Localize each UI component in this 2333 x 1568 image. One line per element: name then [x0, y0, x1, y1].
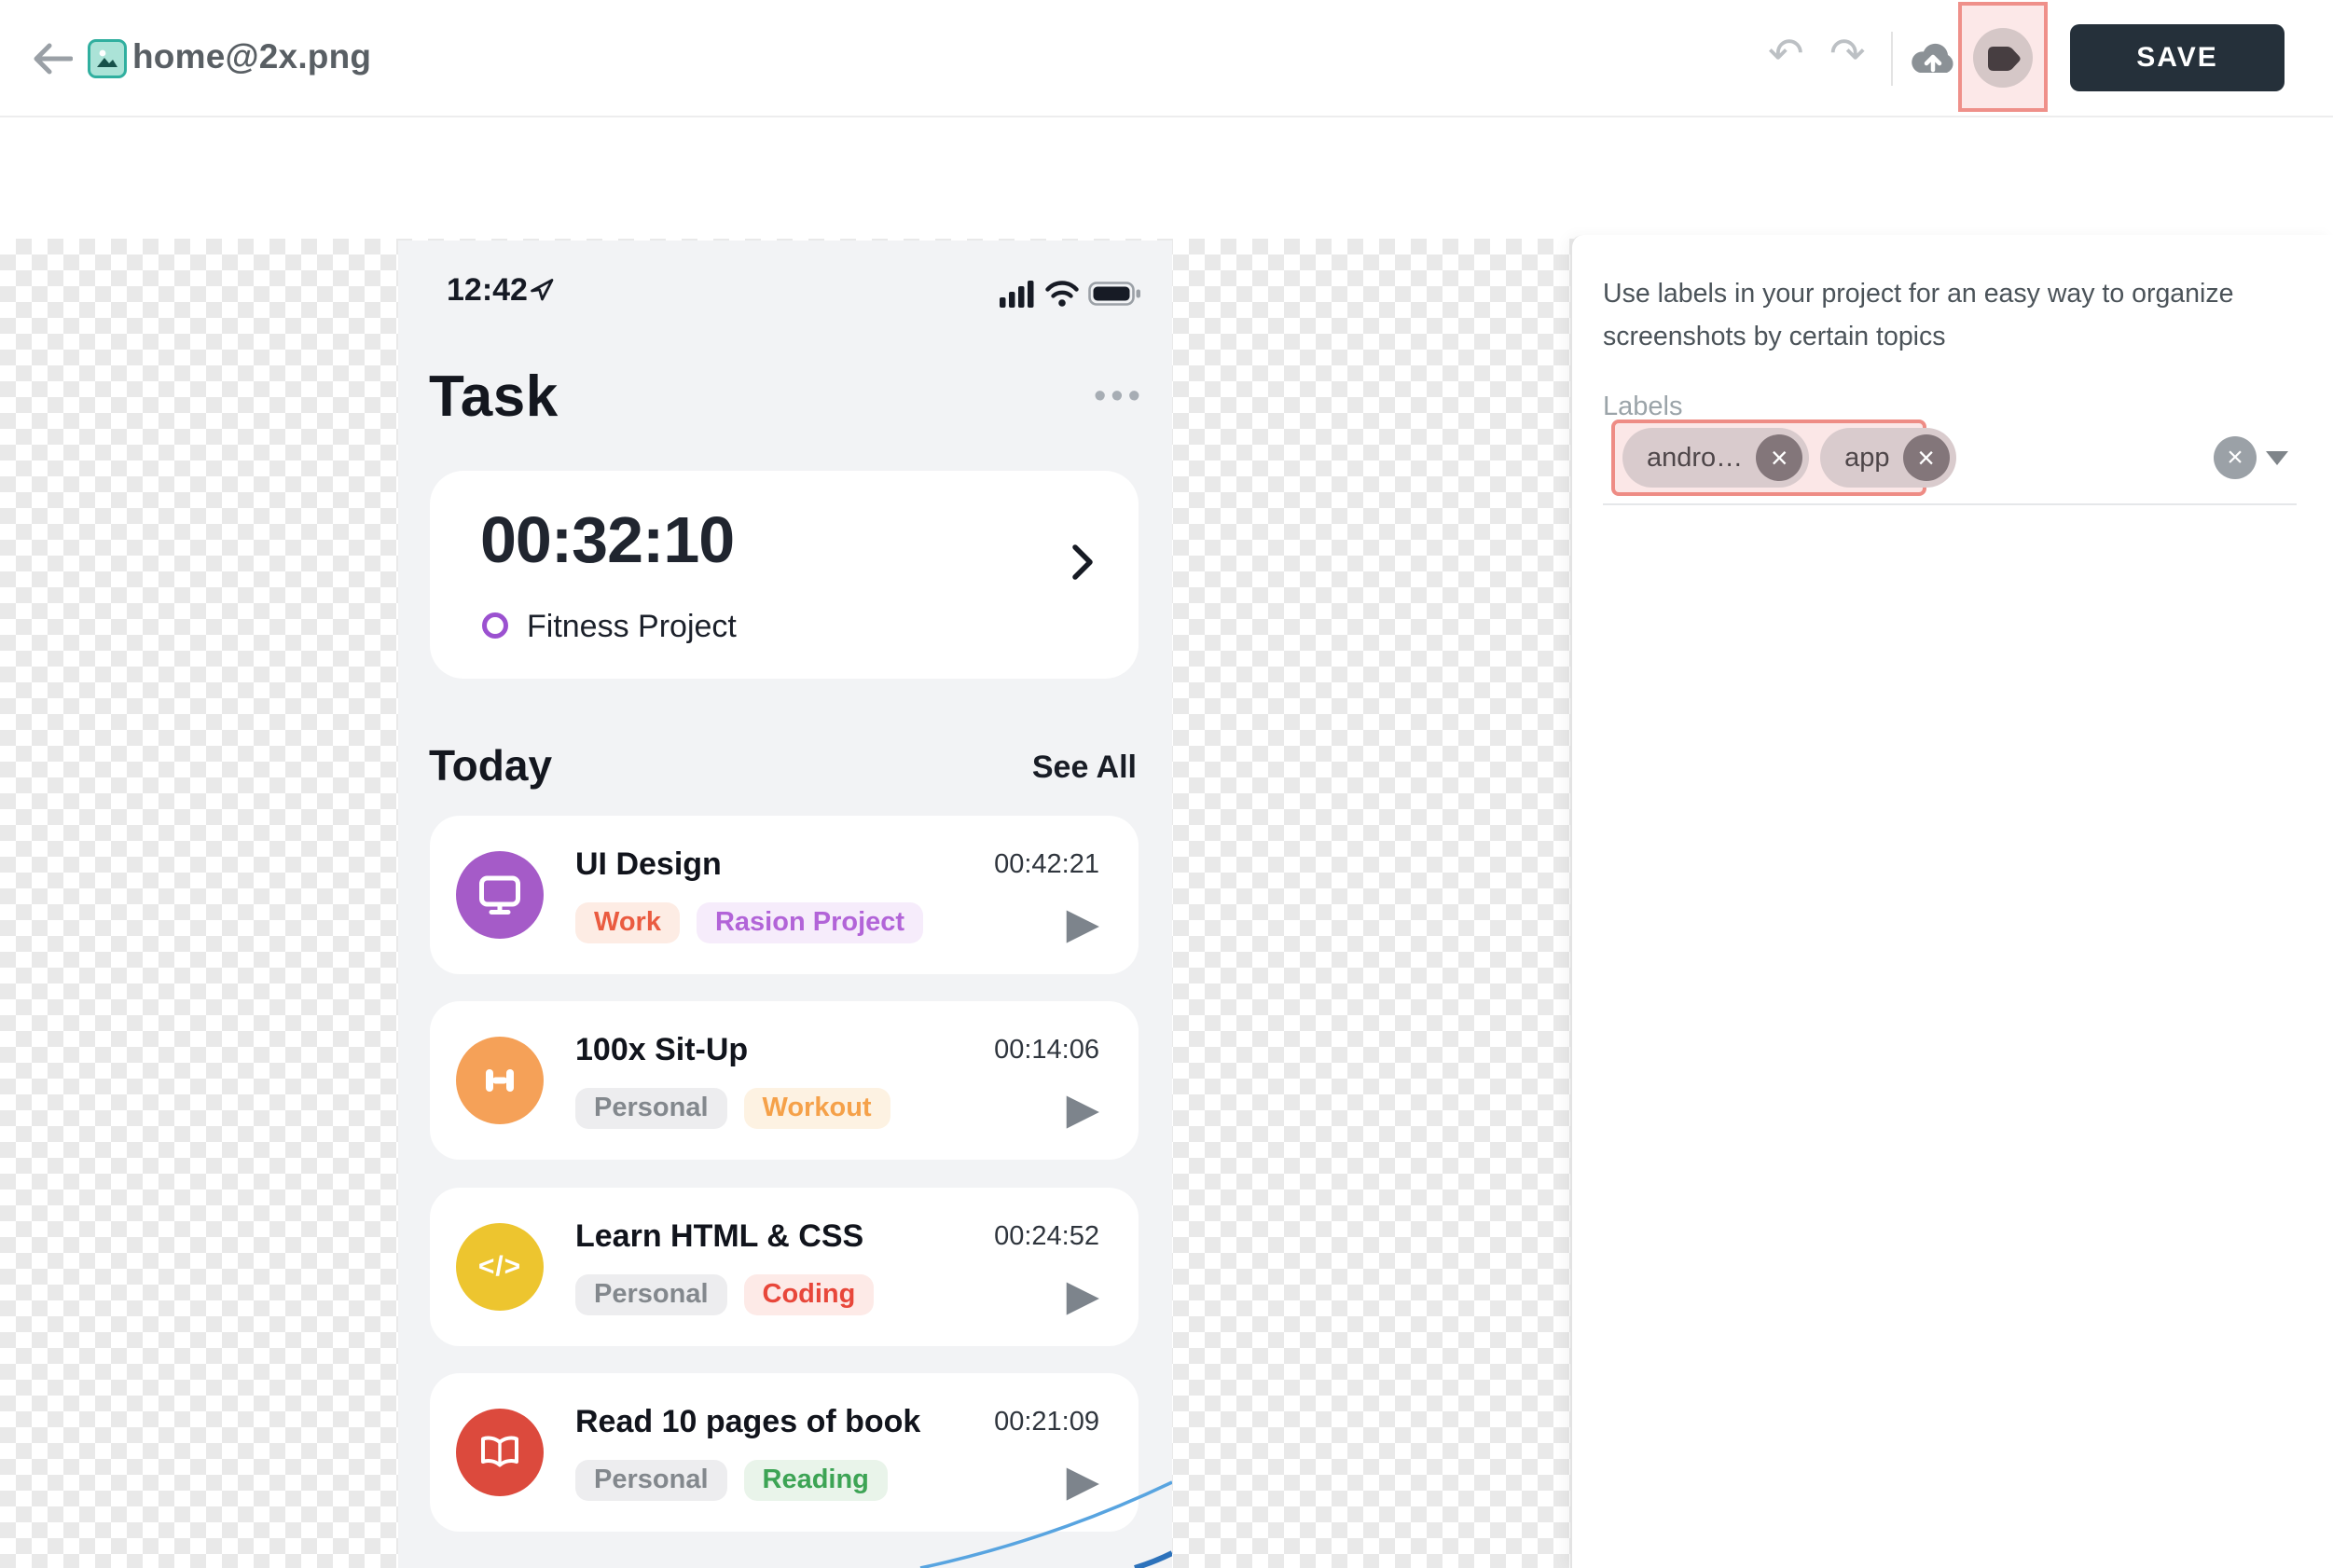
- more-menu-icon[interactable]: •••: [1094, 377, 1145, 417]
- task-card[interactable]: </> Learn HTML & CSS 00:24:52 Personal C…: [430, 1188, 1139, 1346]
- labels-input-underline: [1603, 503, 2297, 505]
- labels-panel: Use labels in your project for an easy w…: [1570, 235, 2333, 1568]
- task-name: Learn HTML & CSS: [575, 1218, 863, 1255]
- redo-icon[interactable]: ↷: [1829, 32, 1866, 75]
- dumbbell-icon: [456, 1037, 544, 1124]
- play-icon[interactable]: ▶: [1067, 1087, 1099, 1130]
- image-file-icon: [88, 39, 127, 78]
- active-timer-card[interactable]: 00:32:10 Fitness Project: [430, 471, 1139, 679]
- code-icon: </>: [456, 1223, 544, 1311]
- play-icon[interactable]: ▶: [1067, 1273, 1099, 1316]
- location-arrow-icon: [529, 276, 555, 302]
- task-time: 00:24:52: [994, 1221, 1099, 1252]
- chevron-right-icon[interactable]: [1070, 542, 1096, 583]
- filter-toolbar: Filter files: impact.xml ▾ × STRINGS 0 C…: [0, 117, 2333, 239]
- book-icon: [456, 1409, 544, 1496]
- wifi-icon: [1045, 280, 1079, 308]
- label-chip-text: app: [1844, 443, 1889, 474]
- project-status-circle-icon: [482, 612, 508, 639]
- save-button[interactable]: SAVE: [2070, 24, 2285, 91]
- tag-workout: Workout: [744, 1088, 890, 1129]
- tag-personal: Personal: [575, 1088, 727, 1129]
- screenshot-image: 12:42 Task ••• 00:32:10 Fitness Project …: [398, 241, 1172, 1568]
- tag-personal: Personal: [575, 1460, 727, 1501]
- task-time: 00:21:09: [994, 1407, 1099, 1437]
- labels-dropdown-caret-icon[interactable]: [2266, 451, 2288, 465]
- page-title: home@2x.png: [132, 37, 371, 76]
- header-divider: [1891, 32, 1893, 86]
- tag-work: Work: [575, 902, 680, 943]
- cloud-upload-icon: [1908, 39, 1958, 78]
- remove-chip-icon[interactable]: ×: [1756, 434, 1802, 481]
- task-name: 100x Sit-Up: [575, 1032, 748, 1068]
- timer-value: 00:32:10: [480, 502, 734, 577]
- task-card[interactable]: 100x Sit-Up 00:14:06 Personal Workout ▶: [430, 1001, 1139, 1160]
- label-chip[interactable]: app ×: [1820, 428, 1955, 488]
- tag-personal: Personal: [575, 1274, 727, 1315]
- tag-icon: [1984, 43, 2022, 73]
- label-chips-highlight-box: andro… × app ×: [1611, 420, 1926, 496]
- monitor-icon: [456, 851, 544, 939]
- task-card[interactable]: UI Design 00:42:21 Work Rasion Project ▶: [430, 816, 1139, 974]
- back-button[interactable]: [32, 41, 73, 76]
- play-icon[interactable]: ▶: [1067, 901, 1099, 944]
- labels-field-caption: Labels: [1603, 392, 1682, 422]
- app-screen-title: Task: [429, 364, 559, 430]
- header-bar: home@2x.png ↶ ↷ SAVE: [0, 0, 2333, 117]
- status-bar-time: 12:42: [447, 272, 528, 309]
- label-button[interactable]: [1973, 28, 2033, 88]
- undo-icon[interactable]: ↶: [1768, 32, 1804, 75]
- battery-icon: [1088, 280, 1142, 308]
- tag-reading: Reading: [744, 1460, 888, 1501]
- task-name: UI Design: [575, 846, 722, 883]
- signal-strength-icon: [1000, 280, 1035, 308]
- wave-decoration: [902, 1467, 1172, 1568]
- arrow-left-icon: [32, 41, 73, 76]
- today-heading: Today: [429, 740, 552, 791]
- label-chip[interactable]: andro… ×: [1622, 428, 1809, 488]
- timer-project-name: Fitness Project: [527, 609, 737, 645]
- clear-all-labels-icon[interactable]: ×: [2214, 436, 2257, 479]
- upload-button[interactable]: [1908, 39, 1958, 78]
- see-all-link[interactable]: See All: [1032, 750, 1137, 786]
- tag-coding: Coding: [744, 1274, 875, 1315]
- remove-chip-icon[interactable]: ×: [1903, 434, 1950, 481]
- labels-description: Use labels in your project for an easy w…: [1603, 272, 2284, 358]
- task-time: 00:42:21: [994, 849, 1099, 880]
- task-name: Read 10 pages of book: [575, 1404, 920, 1440]
- task-time: 00:14:06: [994, 1035, 1099, 1066]
- tag-rasion-project: Rasion Project: [697, 902, 923, 943]
- label-chip-text: andro…: [1647, 443, 1743, 474]
